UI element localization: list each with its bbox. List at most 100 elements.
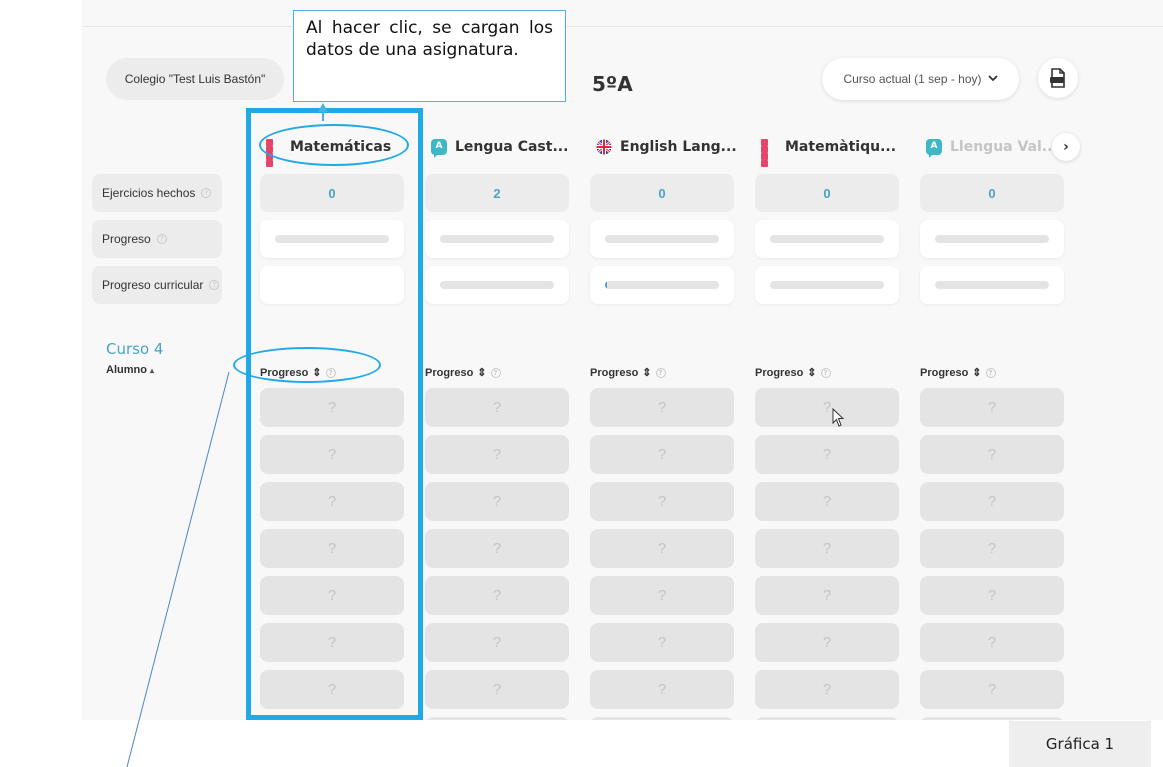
- help-icon[interactable]: ?: [156, 234, 167, 244]
- student-progress-cell[interactable]: ?: [425, 435, 569, 474]
- student-progress-cell[interactable]: ?: [920, 576, 1064, 615]
- sort-icon: ⇕: [807, 367, 817, 379]
- subject-label: Llengua Val...: [950, 139, 1058, 155]
- exercises-count: 0: [920, 174, 1064, 212]
- help-icon[interactable]: ?: [209, 280, 220, 290]
- student-progress-cell[interactable]: ?: [590, 388, 734, 427]
- chevron-down-icon: [987, 73, 998, 85]
- subject-label: English Lang...: [620, 139, 737, 155]
- tab-matematiques[interactable]: Matemàtiqu...: [761, 132, 897, 167]
- figure-label: Gráfica 1: [1009, 721, 1151, 767]
- student-progress-cell[interactable]: ?: [590, 482, 734, 521]
- sort-icon: ⇕: [972, 367, 982, 379]
- student-progress-cell[interactable]: ?: [425, 623, 569, 662]
- row-label-progress: Progreso ?: [92, 220, 222, 258]
- student-progress-cell[interactable]: ?: [590, 529, 734, 568]
- period-dropdown[interactable]: Curso actual (1 sep - hoy): [822, 58, 1019, 100]
- student-progress-cell[interactable]: ?: [755, 388, 899, 427]
- highlighted-subject-column: [246, 108, 423, 720]
- sort-asc-icon: ▴: [150, 366, 155, 375]
- student-progress-cell[interactable]: ?: [425, 717, 569, 720]
- student-progress-cell[interactable]: ?: [425, 388, 569, 427]
- mouse-cursor-icon: [832, 408, 845, 427]
- student-column-header[interactable]: Alumno ▴: [106, 364, 154, 376]
- tab-highlight-ellipse: [259, 124, 409, 166]
- student-progress-cell[interactable]: ?: [425, 576, 569, 615]
- help-icon[interactable]: ?: [985, 367, 996, 378]
- tab-llengua-valenciana[interactable]: A Llengua Val...: [926, 132, 1058, 162]
- curricular-progress-bar: [440, 281, 554, 289]
- progress-bar: [935, 235, 1049, 243]
- student-progress-cell[interactable]: ?: [755, 576, 899, 615]
- grid-icon: [761, 139, 777, 167]
- curricular-progress-cell: [920, 266, 1064, 304]
- student-progress-cell[interactable]: ?: [920, 670, 1064, 709]
- speech-bubble-icon: A: [431, 139, 447, 158]
- tab-lengua-castellana[interactable]: A Lengua Cast...: [431, 132, 568, 162]
- help-icon[interactable]: ?: [201, 188, 212, 198]
- student-progress-cell[interactable]: ?: [920, 529, 1064, 568]
- student-progress-cell[interactable]: ?: [590, 576, 734, 615]
- progress-column-header[interactable]: Progreso ⇕ ?: [590, 366, 666, 379]
- speech-bubble-icon: A: [926, 139, 942, 158]
- student-progress-cell[interactable]: ?: [920, 435, 1064, 474]
- curricular-progress-bar: [770, 281, 884, 289]
- curricular-progress-bar: [935, 281, 1049, 289]
- row-label-exercises: Ejercicios hechos ?: [92, 174, 222, 212]
- student-progress-cell[interactable]: ?: [755, 623, 899, 662]
- student-progress-cell[interactable]: ?: [755, 482, 899, 521]
- subject-label: Lengua Cast...: [455, 139, 569, 155]
- progress-cell: [590, 220, 734, 258]
- student-progress-cell[interactable]: ?: [755, 435, 899, 474]
- student-progress-cell[interactable]: ?: [590, 717, 734, 720]
- student-progress-cell[interactable]: ?: [920, 388, 1064, 427]
- sort-icon: ⇕: [477, 367, 487, 379]
- tab-english-language[interactable]: English Lang...: [596, 132, 737, 162]
- sort-icon: ⇕: [642, 367, 652, 379]
- school-label: Colegio "Test Luis Bastón": [124, 72, 266, 86]
- course-title: Curso 4: [106, 340, 164, 358]
- school-selector-button[interactable]: Colegio "Test Luis Bastón": [106, 58, 284, 100]
- curricular-progress-cell: [425, 266, 569, 304]
- student-progress-cell[interactable]: ?: [590, 623, 734, 662]
- progress-column-header[interactable]: Progreso ⇕ ?: [425, 366, 501, 379]
- progress-cell: [425, 220, 569, 258]
- student-progress-cell[interactable]: ?: [920, 717, 1064, 720]
- progress-column-header[interactable]: Progreso ⇕ ?: [920, 366, 996, 379]
- exercises-count: 0: [590, 174, 734, 212]
- progress-bar: [440, 235, 554, 243]
- student-progress-cell[interactable]: ?: [755, 717, 899, 720]
- progress-cell: [755, 220, 899, 258]
- curricular-progress-cell: [590, 266, 734, 304]
- uk-flag-icon: [596, 139, 612, 155]
- student-progress-cell[interactable]: ?: [920, 623, 1064, 662]
- student-progress-cell[interactable]: ?: [425, 529, 569, 568]
- next-subjects-button[interactable]: ›: [1052, 133, 1080, 161]
- top-divider: [82, 26, 1163, 27]
- student-progress-cell[interactable]: ?: [425, 482, 569, 521]
- help-icon[interactable]: ?: [820, 367, 831, 378]
- exercises-count: 2: [425, 174, 569, 212]
- progress-column-header[interactable]: Progreso ⇕ ?: [755, 366, 831, 379]
- annotation-callout: Al hacer clic, se cargan los datos de un…: [293, 10, 566, 102]
- chevron-right-icon: ›: [1063, 139, 1069, 155]
- student-progress-cell[interactable]: ?: [590, 435, 734, 474]
- exercises-count: 0: [755, 174, 899, 212]
- progress-bar: [605, 235, 719, 243]
- student-progress-cell[interactable]: ?: [755, 670, 899, 709]
- student-progress-cell[interactable]: ?: [920, 482, 1064, 521]
- student-progress-cell[interactable]: ?: [755, 529, 899, 568]
- subject-label: Matemàtiqu...: [785, 139, 897, 155]
- export-pdf-button[interactable]: [1038, 58, 1078, 98]
- progress-bar: [770, 235, 884, 243]
- progress-cell: [920, 220, 1064, 258]
- curricular-progress-cell: [755, 266, 899, 304]
- header-highlight-ellipse: [233, 347, 381, 383]
- pdf-icon: [1050, 68, 1065, 88]
- student-progress-cell[interactable]: ?: [425, 670, 569, 709]
- help-icon[interactable]: ?: [490, 367, 501, 378]
- period-label: Curso actual (1 sep - hoy): [843, 72, 982, 86]
- student-progress-cell[interactable]: ?: [590, 670, 734, 709]
- row-label-curricular: Progreso curricular ?: [92, 266, 222, 304]
- help-icon[interactable]: ?: [655, 367, 666, 378]
